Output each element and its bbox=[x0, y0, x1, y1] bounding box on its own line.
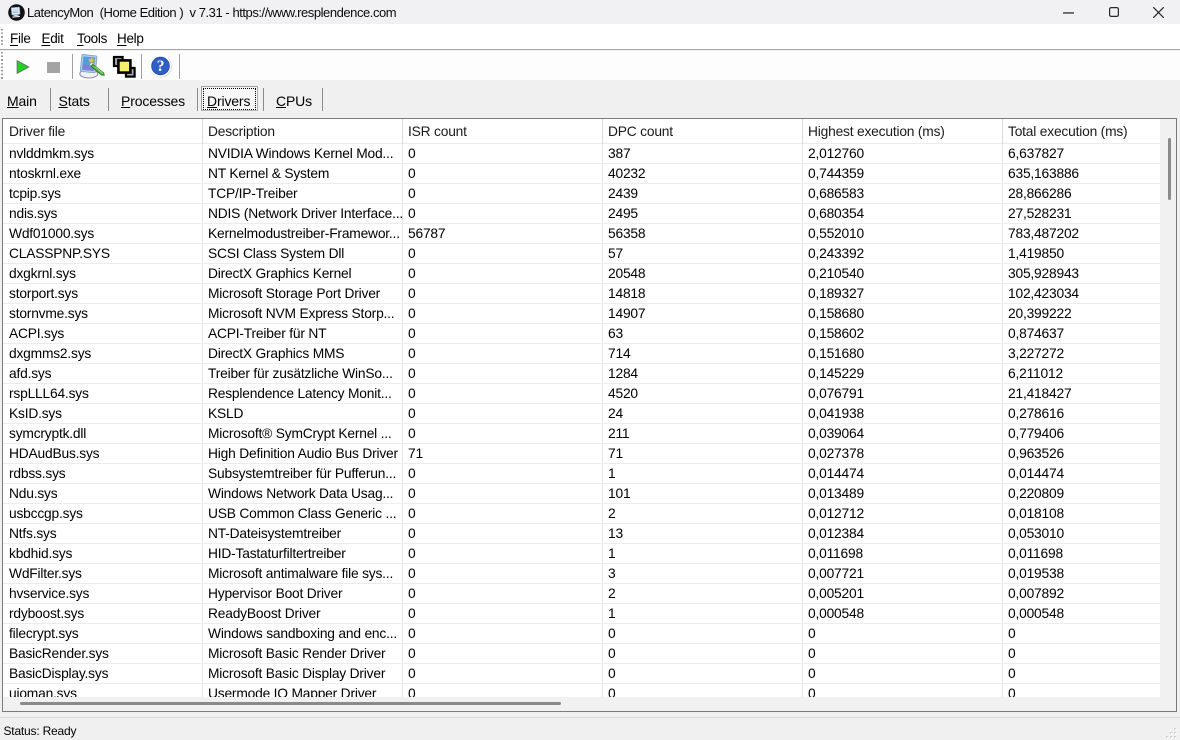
svg-text:?: ? bbox=[157, 58, 165, 75]
